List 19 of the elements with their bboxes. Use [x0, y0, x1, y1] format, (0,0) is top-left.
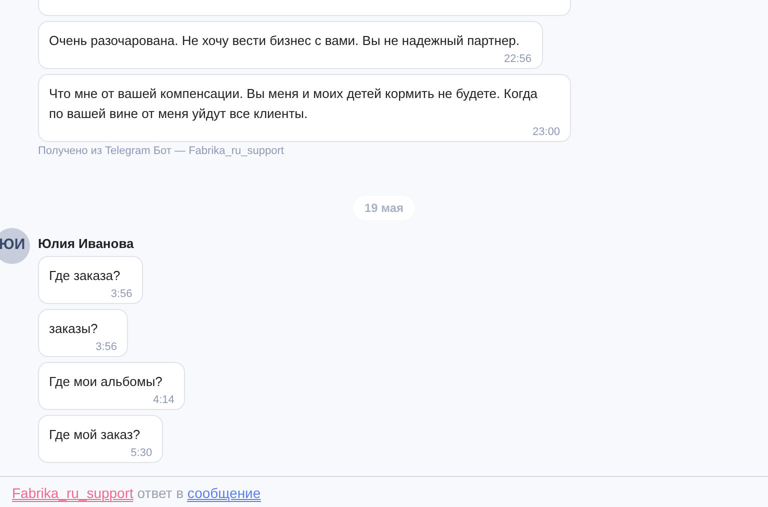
message-link[interactable]: сообщение — [187, 485, 261, 502]
message-text: Очень разочарована. Не хочу вести бизнес с вами. Вы не надежный партнер. — [49, 32, 521, 50]
date-divider: 19 мая — [353, 196, 415, 220]
message-time: 23:00 — [531, 126, 560, 139]
message-text: Где мои альбомы? — [49, 373, 164, 391]
sender-name: Юлия Иванова — [38, 234, 135, 252]
reply-label: ответ в — [137, 485, 184, 501]
author-link[interactable]: Fabrika_ru_support — [12, 485, 134, 502]
avatar: ЮИ — [0, 228, 30, 264]
message-time: 22:56 — [503, 53, 532, 66]
message-time: 4:14 — [152, 394, 174, 407]
message-text: Где заказа? — [49, 267, 122, 285]
message-time: 3:56 — [110, 288, 132, 301]
message-text: Что мне от вашей компенсации. Вы меня и моих детей кормить не будете. Когда по вашей вине от меня уйдут все клиенты. — [49, 85, 539, 123]
message-text: заказы? — [49, 320, 99, 338]
message-time: 3:56 — [94, 341, 117, 354]
message-text: Где мой заказ? — [49, 426, 142, 444]
source-note: Получено из Telegram Бот — Fabrika_ru_support — [38, 144, 285, 159]
message-time: 5:30 — [130, 447, 152, 460]
